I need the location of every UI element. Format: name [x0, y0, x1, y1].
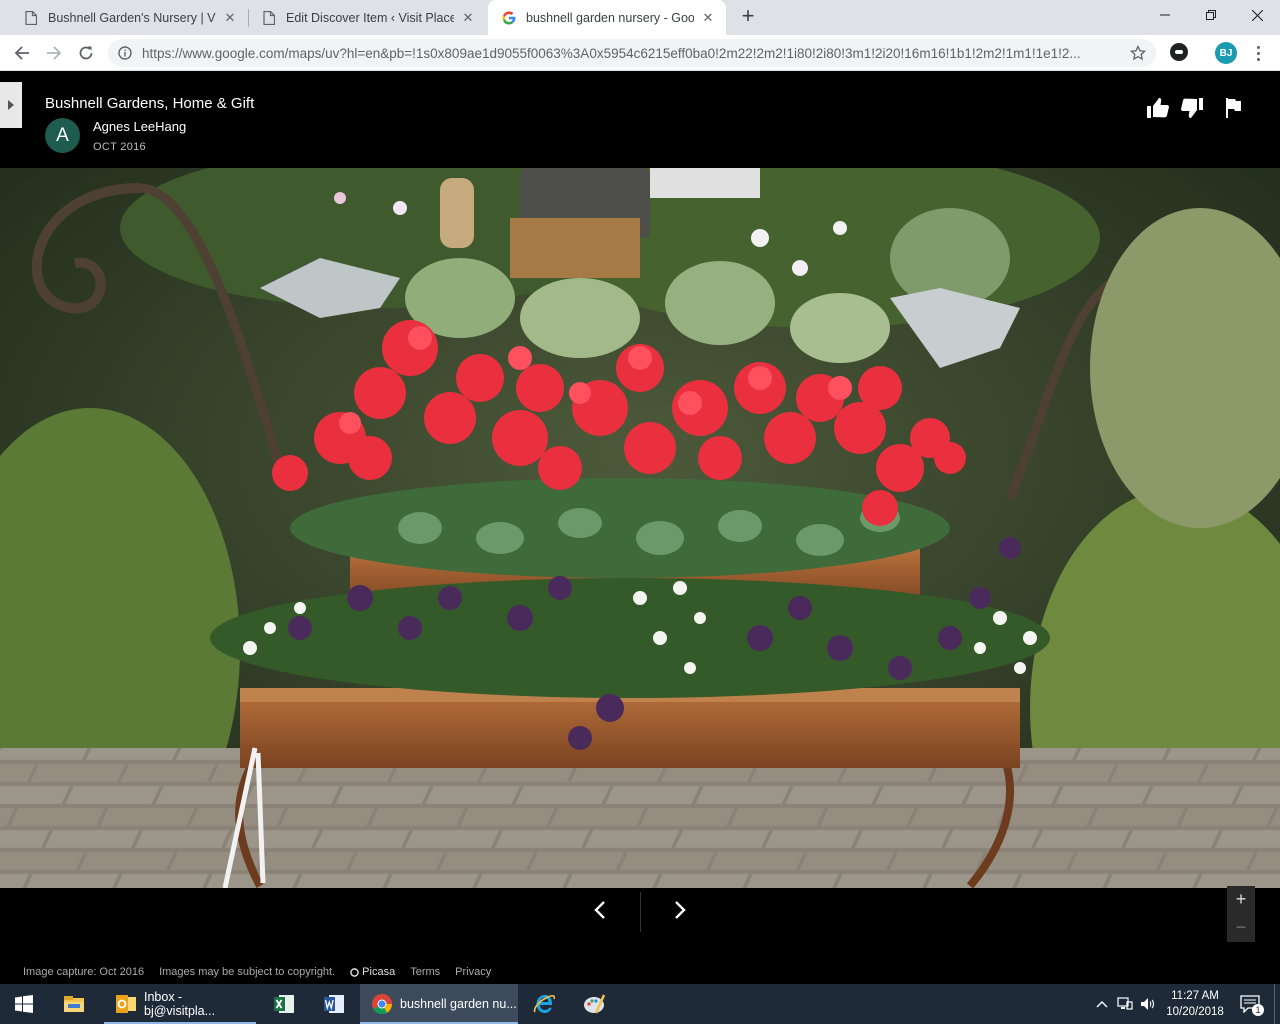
taskbar-clock[interactable]: 11:27 AM 10/20/2018: [1160, 988, 1230, 1020]
report-flag-button[interactable]: [1220, 96, 1246, 120]
author-name[interactable]: Agnes LeeHang: [93, 119, 186, 134]
previous-photo-button[interactable]: [580, 888, 620, 932]
clock-date: 10/20/2018: [1166, 1006, 1224, 1018]
chevron-right-icon: [675, 901, 686, 919]
picasa-attribution[interactable]: Picasa: [350, 966, 395, 978]
chevron-up-icon: [1096, 1001, 1108, 1008]
chevron-left-icon: [594, 901, 605, 919]
tab-bushnell-visit-placer[interactable]: Bushnell Garden's Nursery | Visit Placer…: [10, 0, 248, 35]
thumbs-up-button[interactable]: [1145, 96, 1171, 120]
photo-viewer: Bushnell Gardens, Home & Gift A Agnes Le…: [0, 72, 1280, 982]
taskbar-file-explorer[interactable]: [52, 984, 98, 1024]
browser-menu-icon[interactable]: [1250, 42, 1266, 64]
page-icon: [262, 10, 276, 25]
place-title[interactable]: Bushnell Gardens, Home & Gift: [45, 95, 254, 112]
bookmark-star-icon[interactable]: [1129, 44, 1147, 61]
thumbs-up-icon: [1147, 98, 1169, 118]
zoom-in-button[interactable]: +: [1227, 886, 1255, 914]
taskbar-chrome-label: bushnell garden nu...: [400, 997, 517, 1011]
flower-planter-photo: [0, 168, 1280, 888]
tab-close-icon[interactable]: ✕: [700, 10, 716, 26]
windows-logo-icon: [15, 995, 33, 1013]
network-icon: [1117, 997, 1133, 1010]
forward-button[interactable]: [40, 39, 68, 67]
word-icon: [324, 995, 344, 1013]
thumbs-down-button[interactable]: [1179, 96, 1205, 120]
windows-taskbar: Inbox - bj@visitpla... bushnell garden n…: [0, 984, 1280, 1024]
close-window-button[interactable]: [1234, 0, 1280, 30]
paint-icon: [584, 994, 606, 1014]
tab-google-maps[interactable]: bushnell garden nursery - Google Maps ✕: [488, 0, 726, 35]
start-button[interactable]: [0, 984, 48, 1024]
next-photo-button[interactable]: [660, 888, 700, 932]
new-tab-button[interactable]: +: [736, 5, 760, 29]
chrome-icon: [372, 994, 393, 1015]
taskbar-internet-explorer[interactable]: [522, 984, 568, 1024]
picasa-label: Picasa: [362, 966, 396, 978]
privacy-link[interactable]: Privacy: [455, 966, 491, 978]
tab-close-icon[interactable]: ✕: [222, 10, 238, 26]
taskbar-excel[interactable]: [262, 984, 308, 1024]
excel-icon: [274, 995, 294, 1013]
back-button[interactable]: [8, 39, 36, 67]
address-bar[interactable]: https://www.google.com/maps/uv?hl=en&pb=…: [108, 39, 1156, 67]
extension-icon[interactable]: [1170, 43, 1188, 61]
show-desktop-button[interactable]: [1274, 984, 1280, 1024]
tab-label: bushnell garden nursery - Google Maps: [526, 10, 694, 25]
image-capture-text: Image capture: Oct 2016: [23, 966, 145, 978]
page-icon: [24, 10, 38, 25]
terms-link[interactable]: Terms: [410, 966, 440, 978]
browser-tab-strip: Bushnell Garden's Nursery | Visit Placer…: [0, 0, 1280, 35]
taskbar-chrome[interactable]: bushnell garden nu...: [360, 984, 518, 1024]
volume-control[interactable]: [1139, 984, 1157, 1024]
nav-divider: [640, 892, 641, 932]
url-text: https://www.google.com/maps/uv?hl=en&pb=…: [142, 46, 1081, 61]
tab-close-icon[interactable]: ✕: [460, 10, 476, 26]
outlook-icon: [116, 995, 136, 1013]
taskbar-word[interactable]: [312, 984, 358, 1024]
minimize-button[interactable]: [1142, 0, 1188, 30]
tab-label: Edit Discover Item ‹ Visit Placer County: [286, 10, 454, 25]
author-avatar[interactable]: A: [45, 118, 80, 153]
clock-time: 11:27 AM: [1171, 990, 1219, 1002]
tab-label: Bushnell Garden's Nursery | Visit Placer: [48, 10, 216, 25]
thumbs-down-icon: [1181, 98, 1203, 118]
reload-button[interactable]: [72, 39, 100, 67]
profile-avatar[interactable]: BJ: [1215, 42, 1237, 64]
site-info-icon[interactable]: [118, 46, 132, 60]
photo-footer: Image capture: Oct 2016 Images may be su…: [23, 965, 491, 979]
browser-toolbar: https://www.google.com/maps/uv?hl=en&pb=…: [0, 35, 1280, 71]
action-center-button[interactable]: 1: [1236, 984, 1264, 1024]
taskbar-paint[interactable]: [572, 984, 618, 1024]
network-status[interactable]: [1115, 984, 1135, 1024]
notification-count: 1: [1252, 1004, 1264, 1016]
copyright-text: Images may be subject to copyright.: [159, 966, 336, 978]
file-explorer-icon: [64, 996, 84, 1012]
place-photo[interactable]: [0, 168, 1280, 888]
flag-icon: [1226, 98, 1241, 118]
restore-button[interactable]: [1188, 0, 1234, 30]
taskbar-outlook-label: Inbox - bj@visitpla...: [144, 990, 216, 1018]
taskbar-outlook[interactable]: Inbox - bj@visitpla...: [104, 984, 256, 1024]
zoom-control: + −: [1227, 886, 1255, 942]
tab-edit-discover-item[interactable]: Edit Discover Item ‹ Visit Placer County…: [248, 0, 486, 35]
expand-panel-button[interactable]: [0, 82, 22, 128]
internet-explorer-icon: [533, 994, 556, 1013]
picasa-icon: [350, 967, 359, 977]
show-hidden-icons-button[interactable]: [1094, 984, 1110, 1024]
google-icon: [502, 11, 516, 25]
photo-date: OCT 2016: [93, 141, 146, 153]
zoom-out-button[interactable]: −: [1227, 914, 1255, 942]
speaker-icon: [1141, 998, 1155, 1010]
